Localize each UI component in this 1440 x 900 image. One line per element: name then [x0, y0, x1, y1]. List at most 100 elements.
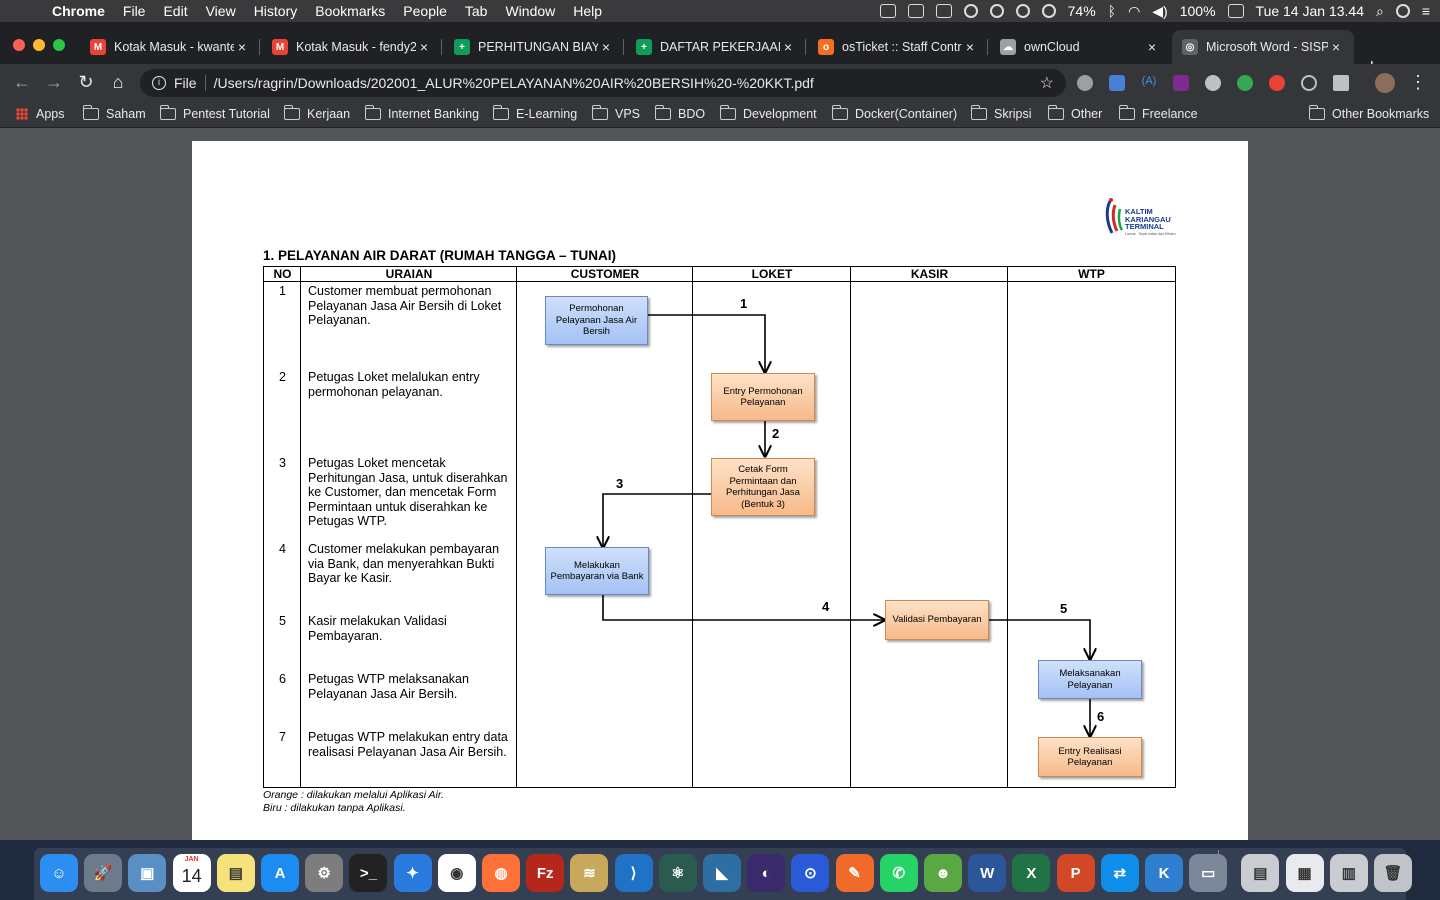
window-minimize-button[interactable] [33, 39, 45, 51]
menu-window[interactable]: Window [496, 3, 564, 19]
siri-icon[interactable] [1395, 4, 1410, 18]
address-bar[interactable]: i File /Users/ragrin/Downloads/202001_AL… [140, 69, 1066, 97]
spotlight-search-icon[interactable]: ⌕ [1376, 3, 1384, 20]
dock-stack-icon[interactable]: ▥ [1329, 854, 1368, 892]
menu-tab[interactable]: Tab [456, 3, 497, 19]
dock-sequel-pro-icon[interactable]: ≋ [570, 854, 609, 892]
ghost-icon[interactable] [989, 4, 1004, 18]
dock-firefox-icon[interactable]: ◍ [482, 854, 520, 892]
bookmark-saham[interactable]: Saham [82, 105, 146, 121]
bluetooth-icon[interactable]: ᛒ [1108, 3, 1116, 19]
vpn-shield-icon[interactable] [963, 4, 978, 18]
extension-m-icon[interactable] [1077, 75, 1093, 91]
dock-word-icon[interactable]: W [968, 854, 1007, 892]
bookmark-other[interactable]: Other [1047, 105, 1102, 121]
dock-notes-icon[interactable]: ▤ [216, 854, 255, 892]
tab-close-icon[interactable]: × [780, 39, 796, 55]
dock-mysql-workbench-icon[interactable]: ◣ [703, 854, 741, 892]
extension-a-icon[interactable]: (A) [1141, 75, 1157, 91]
dock-system-preferences-icon[interactable]: ⚙ [305, 854, 344, 892]
menu-help[interactable]: Help [564, 3, 611, 19]
menu-app-name[interactable]: Chrome [44, 3, 114, 19]
bookmark-apps[interactable]: Apps [16, 107, 65, 121]
bookmark-docker[interactable]: Docker(Container) [831, 105, 957, 121]
extension-check-icon[interactable] [1237, 75, 1253, 91]
dock-powerpoint-icon[interactable]: P [1056, 854, 1095, 892]
dock-app-store-icon[interactable]: A [261, 854, 299, 892]
volume-icon[interactable]: ◀) [1152, 3, 1167, 20]
tab-close-icon[interactable]: × [416, 39, 432, 55]
bookmark-pentest-tutorial[interactable]: Pentest Tutorial [159, 105, 270, 121]
dock-trash-icon[interactable]: 🗑 [1374, 854, 1412, 892]
tab-close-icon[interactable]: × [1144, 39, 1160, 55]
dock-terminal-icon[interactable]: >_ [349, 854, 388, 892]
tab-2[interactable]: + PERHITUNGAN BIAYA × [444, 30, 624, 64]
tab-0[interactable]: M Kotak Masuk - kwante × [80, 30, 260, 64]
tab-close-icon[interactable]: × [962, 39, 978, 55]
dock-keyshot-icon[interactable]: K [1145, 854, 1183, 892]
dock-postman-icon[interactable]: ✎ [835, 854, 874, 892]
tab-4[interactable]: o osTicket :: Staff Contr × [808, 30, 988, 64]
dock-calendar-icon[interactable]: JAN 14 [172, 854, 211, 892]
notification-center-icon[interactable]: ≡ [1422, 3, 1430, 19]
tab-close-icon[interactable]: × [598, 39, 614, 55]
bookmark-development[interactable]: Development [719, 105, 817, 121]
dock-excel-icon[interactable]: X [1012, 854, 1051, 892]
dock-vs-code-icon[interactable]: ⟩ [614, 854, 653, 892]
dock-atom-icon[interactable]: ⚛ [658, 854, 697, 892]
wifi-icon[interactable]: ◠ [1128, 3, 1140, 20]
tab-5[interactable]: ☁ ownCloud × [990, 30, 1170, 64]
dock-whatsapp-icon[interactable]: ✆ [879, 854, 918, 892]
window-zoom-button[interactable] [53, 39, 65, 51]
dock-chrome-icon[interactable]: ◉ [437, 854, 476, 892]
menu-people[interactable]: People [394, 3, 456, 19]
window-close-button[interactable] [13, 39, 25, 51]
bitbucket-icon[interactable] [907, 4, 924, 18]
forward-button[interactable]: → [42, 72, 66, 93]
tab-3[interactable]: + DAFTAR PEKERJAAN × [626, 30, 806, 64]
url-text[interactable]: /Users/ragrin/Downloads/202001_ALUR%20PE… [214, 75, 814, 91]
bookmark-e-learning[interactable]: E-Learning [492, 105, 577, 121]
dock-launchpad-icon[interactable]: 🚀 [84, 854, 123, 892]
bookmark-skripsi[interactable]: Skripsi [970, 105, 1032, 121]
dock-downloads-icon[interactable]: ▤ [1241, 854, 1280, 892]
extension-doc-icon[interactable] [1333, 75, 1349, 91]
progress-circle-icon[interactable] [1041, 4, 1056, 18]
tab-1[interactable]: M Kotak Masuk - fendy2 × [262, 30, 442, 64]
bookmark-internet-banking[interactable]: Internet Banking [364, 105, 479, 121]
dock-filezilla-icon[interactable]: Fz [526, 854, 565, 892]
menu-view[interactable]: View [197, 3, 245, 19]
menu-file[interactable]: File [114, 3, 155, 19]
docker-icon[interactable] [935, 4, 952, 18]
other-bookmarks[interactable]: Other Bookmarks [1308, 105, 1429, 121]
tab-close-icon[interactable]: × [1328, 39, 1344, 55]
extension-clock-icon[interactable] [1205, 75, 1221, 91]
menu-clock[interactable]: Tue 14 Jan 13.44 [1256, 3, 1364, 19]
back-button[interactable]: ← [10, 72, 34, 93]
tab-6[interactable]: ◎ Microsoft Word - SISP × [1172, 30, 1354, 64]
dock-teamviewer-icon[interactable]: ⇄ [1100, 854, 1139, 892]
menu-history[interactable]: History [245, 3, 307, 19]
extension-download-icon[interactable] [1109, 75, 1125, 91]
extension-ublock-icon[interactable] [1269, 75, 1285, 91]
menu-bookmarks[interactable]: Bookmarks [306, 3, 394, 19]
site-info-icon[interactable]: i [152, 76, 166, 90]
reload-button[interactable]: ↻ [74, 72, 98, 93]
dock-preview-icon[interactable]: ▣ [128, 854, 167, 892]
dock-safari-icon[interactable]: ✦ [393, 854, 432, 892]
dock-maps-icon[interactable]: ⊙ [791, 854, 830, 892]
bookmark-vps[interactable]: VPS [591, 105, 640, 121]
cloud-sync-icon[interactable] [1015, 4, 1030, 18]
chrome-menu-icon[interactable]: ⋮ [1406, 72, 1430, 93]
bookmark-kerjaan[interactable]: Kerjaan [283, 105, 350, 121]
pdf-viewer[interactable]: KALTIM KARIANGAU TERMINAL Lancar . Tepat… [0, 128, 1440, 840]
tab-close-icon[interactable]: × [234, 39, 250, 55]
extension-x-icon[interactable] [1173, 75, 1189, 91]
display-icon[interactable] [879, 4, 896, 18]
bookmark-freelance[interactable]: Freelance [1118, 105, 1198, 121]
dock-image-capture-icon[interactable]: ▭ [1189, 854, 1228, 892]
extension-react-icon[interactable] [1301, 75, 1317, 91]
home-button[interactable]: ⌂ [106, 72, 130, 93]
bookmark-star-icon[interactable]: ☆ [1040, 73, 1054, 93]
battery-icon[interactable] [1227, 4, 1244, 18]
